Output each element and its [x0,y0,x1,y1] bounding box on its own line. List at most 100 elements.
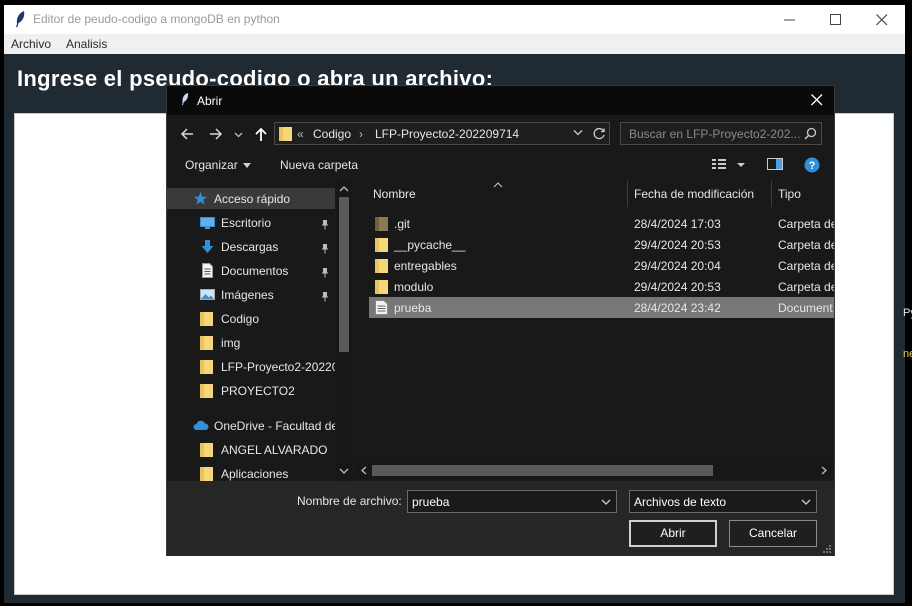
breadcrumb-codigo[interactable]: Codigo [313,127,351,141]
file-row[interactable]: prueba 28/4/2024 23:42 Document [369,297,834,318]
scroll-thumb[interactable] [339,197,349,352]
navigation-pane: Acceso rápido Escritorio Descargas Document… [167,181,351,481]
open-button[interactable]: Abrir [629,520,717,547]
refresh-icon[interactable] [593,127,606,140]
resize-grip-icon[interactable] [822,544,832,554]
close-button[interactable] [859,5,905,34]
sidebar-item[interactable]: Aplicaciones [167,463,335,481]
view-options-icon[interactable] [712,157,746,173]
filename-input[interactable]: prueba [407,490,617,513]
menubar: Archivo Analisis [4,34,905,54]
sidebar-item[interactable]: Acceso rápido [167,188,335,209]
sidebar-item[interactable]: Escritorio [167,212,335,233]
file-row[interactable]: .git 28/4/2024 17:03 Carpeta de [369,213,834,234]
scroll-down-icon[interactable] [336,465,352,477]
sidebar-item-label: OneDrive - Facultad de [214,419,335,433]
column-divider[interactable] [627,181,628,207]
filename-label: Nombre de archivo: [297,494,402,508]
preview-pane-icon[interactable] [767,157,783,171]
address-overflow[interactable]: « [297,127,304,141]
file-date: 29/4/2024 20:53 [634,238,721,252]
menu-archivo[interactable]: Archivo [11,37,51,51]
column-divider[interactable] [771,181,772,207]
sidebar-item[interactable]: ANGEL ALVARADO [167,439,335,460]
sidebar-item[interactable]: OneDrive - Facultad de [167,415,335,436]
svg-text:?: ? [809,160,816,172]
pin-icon[interactable] [320,289,330,307]
forward-button[interactable] [206,124,226,144]
cancel-button[interactable]: Cancelar [729,520,817,547]
maximize-button[interactable] [813,5,859,34]
sidebar-item[interactable]: PROYECTO2 [167,380,335,401]
file-type: Carpeta de [778,280,834,294]
sidebar-item-label: ANGEL ALVARADO [221,443,328,457]
chevron-down-icon[interactable] [601,499,611,506]
minimize-button[interactable] [767,5,813,34]
folder-icon [375,258,388,273]
file-row[interactable]: __pycache__ 29/4/2024 20:53 Carpeta de [369,234,834,255]
screen: Editor de peudo-codigo a mongoDB en pyth… [0,0,912,606]
folder-icon [279,127,292,141]
scroll-up-icon[interactable] [336,183,352,195]
sidebar-item-label: img [221,336,241,350]
dialog-titlebar[interactable]: Abrir [167,86,834,115]
dialog-close-button[interactable] [800,86,834,115]
organize-button[interactable]: Organizar [185,158,251,172]
breadcrumb-current[interactable]: LFP-Proyecto2-202209714 [375,127,519,141]
folder-icon [200,311,215,326]
file-type: Carpeta de [778,259,834,273]
search-icon[interactable] [804,127,817,140]
folder-dark-icon [375,216,388,231]
sidebar-item-label: Escritorio [221,216,272,230]
sidebar-item-label: Documentos [221,264,289,278]
sidebar-item[interactable]: Codigo [167,308,335,329]
scroll-right-icon[interactable] [817,462,831,479]
file-row[interactable]: modulo 29/4/2024 20:53 Carpeta de [369,276,834,297]
sidebar-item[interactable]: img [167,332,335,353]
sidebar-item-label: LFP-Proyecto2-202209 [221,360,335,374]
navigation-scrollbar[interactable] [336,181,352,481]
file-name: .git [394,217,411,231]
pictures-icon [200,287,215,302]
back-button[interactable] [177,124,197,144]
background-text-fragment: Py [903,307,912,319]
recent-locations-button[interactable] [232,124,244,144]
arrow-up-icon [255,127,267,141]
maximize-icon [830,14,841,25]
feather-icon [16,11,25,27]
file-row[interactable]: entregables 29/4/2024 20:04 Carpeta de [369,255,834,276]
file-date: 28/4/2024 23:42 [634,301,721,315]
sidebar-item[interactable]: Imágenes [167,284,335,305]
minimize-icon [784,19,795,21]
feather-icon [182,93,189,105]
sidebar-item[interactable]: Documentos [167,260,335,281]
new-folder-button[interactable]: Nueva carpeta [280,158,358,172]
filetype-select[interactable]: Archivos de texto [629,490,817,513]
up-button[interactable] [251,124,271,144]
arrow-left-icon [180,128,193,140]
column-header-name[interactable]: Nombre [373,187,416,201]
pin-icon[interactable] [320,217,330,235]
pin-icon[interactable] [320,241,330,259]
search-box[interactable]: Buscar en LFP-Proyecto2-202... [620,122,822,145]
sidebar-item[interactable]: LFP-Proyecto2-202209 [167,356,335,377]
folder-icon [200,335,215,350]
open-file-dialog: Abrir « Codigo › LFP-Proyecto2-202209714 [166,85,835,556]
file-name: __pycache__ [394,238,466,252]
help-icon[interactable]: ? [804,157,820,173]
text-file-icon [375,300,388,315]
sidebar-item[interactable]: Descargas [167,236,335,257]
scroll-thumb[interactable] [372,465,713,476]
chevron-down-icon[interactable] [573,129,583,137]
address-bar[interactable]: « Codigo › LFP-Proyecto2-202209714 [274,122,610,145]
scroll-left-icon[interactable] [357,462,371,479]
main-titlebar[interactable]: Editor de peudo-codigo a mongoDB en pyth… [4,5,905,34]
column-header-type[interactable]: Tipo [778,187,801,201]
folder-icon [200,383,215,398]
sidebar-item-label: Codigo [221,312,260,326]
pin-icon[interactable] [320,265,330,283]
file-list-scrollbar[interactable] [355,462,834,479]
arrow-right-icon [210,128,223,140]
menu-analisis[interactable]: Analisis [66,37,107,51]
column-header-date[interactable]: Fecha de modificación [634,187,754,201]
